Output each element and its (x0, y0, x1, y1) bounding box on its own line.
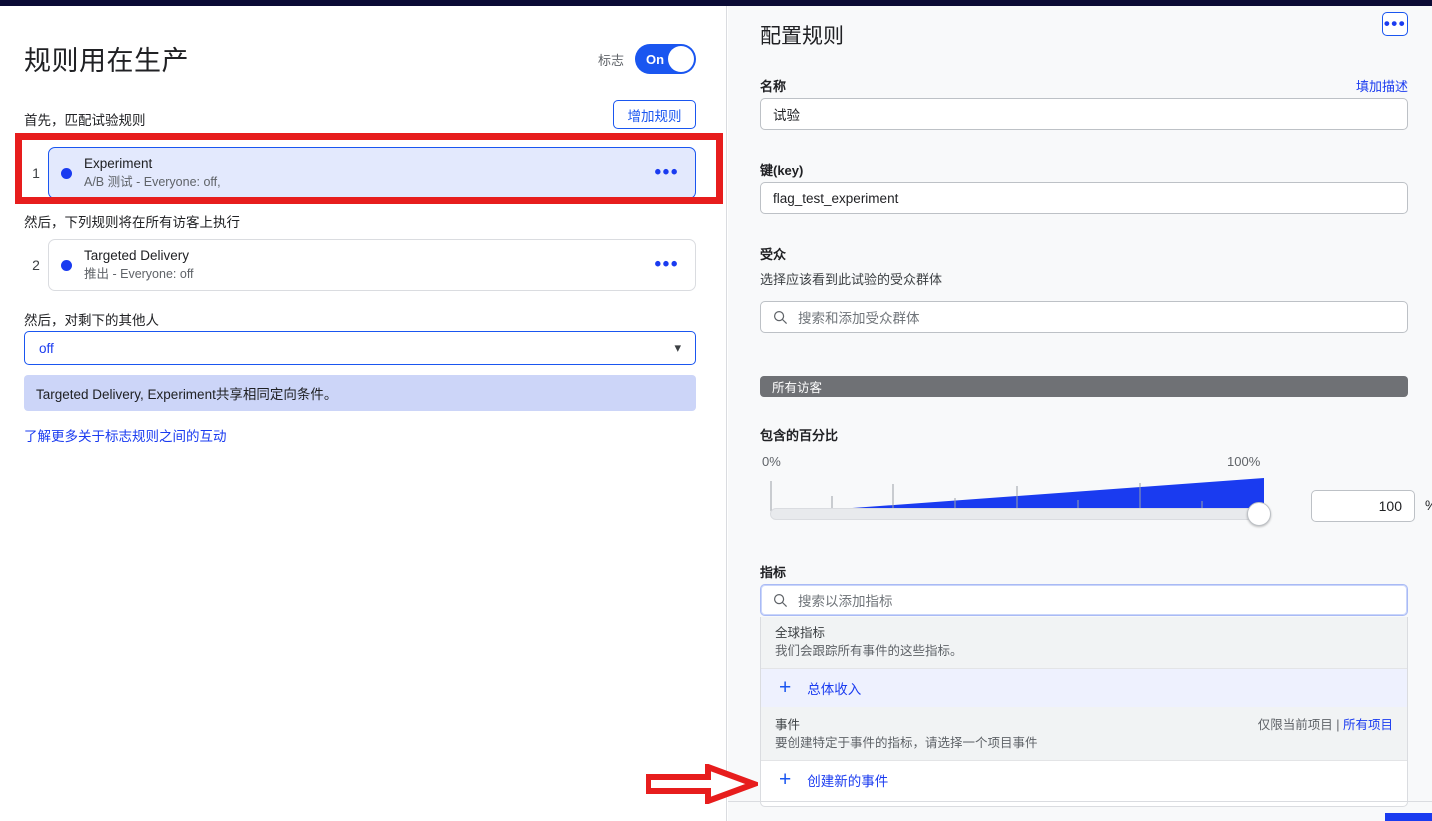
dropdown-group-events: 事件 仅限当前项目 | 所有项目 要创建特定于事件的指标，请选择一个项目事件 (761, 707, 1407, 761)
chevron-down-icon: ▾ (674, 340, 681, 355)
slider-min-label: 0% (762, 454, 781, 469)
dropdown-item-create-new-event[interactable]: + 创建新的事件 (761, 761, 1407, 799)
rule-text: Targeted Delivery 推出 - Everyone: off (84, 247, 655, 283)
slider-handle[interactable] (1247, 502, 1271, 526)
page-title: 规则用在生产 (24, 46, 189, 76)
rule-status-dot-icon (61, 259, 72, 271)
audience-label: 受众 (760, 247, 787, 262)
search-icon (773, 310, 788, 324)
flag-toggle[interactable]: On (635, 44, 696, 74)
slider-track[interactable] (770, 508, 1264, 520)
rule-title: Targeted Delivery (84, 248, 190, 263)
all-visitors-bar: 所有访客 (760, 376, 1408, 397)
name-field-label: 名称 (760, 79, 787, 94)
rule-card-targeted-delivery[interactable]: Targeted Delivery 推出 - Everyone: off ••• (48, 239, 696, 291)
name-input-value: 试验 (773, 108, 800, 123)
key-input[interactable]: flag_test_experiment (760, 182, 1408, 214)
default-variation-value: off (39, 340, 54, 356)
rule-number: 1 (32, 165, 40, 181)
events-subtitle: 要创建特定于事件的指标，请选择一个项目事件 (775, 736, 1038, 750)
bottom-primary-button[interactable] (1385, 813, 1432, 821)
scope-separator: | (1336, 718, 1340, 732)
name-input[interactable]: 试验 (760, 98, 1408, 130)
dropdown-item-label: 总体收入 (807, 682, 862, 697)
rule-number: 2 (32, 257, 40, 273)
slider-max-label: 100% (1227, 454, 1261, 469)
percentage-input[interactable]: 100 (1311, 490, 1415, 522)
scope-current-project[interactable]: 仅限当前项目 (1258, 718, 1333, 732)
percentage-unit: % (1425, 498, 1432, 513)
rule-card-experiment[interactable]: Experiment A/B 测试 - Everyone: off, ••• (48, 147, 696, 199)
section-label-then: 然后，下列规则将在所有访客上执行 (24, 215, 240, 230)
metric-dropdown: 全球指标 我们会跟踪所有事件的这些指标。 + 总体收入 事件 仅限当前项目 | … (760, 617, 1408, 807)
search-icon (773, 593, 788, 607)
global-metrics-title: 全球指标 (775, 626, 826, 640)
dropdown-item-label: 创建新的事件 (807, 774, 889, 789)
rule-overflow-menu-icon[interactable]: ••• (655, 163, 679, 182)
flag-toggle-state: On (646, 51, 665, 67)
events-title-row: 事件 仅限当前项目 | 所有项目 (775, 714, 1393, 734)
configure-rule-panel: 配置规则 ••• 名称 填加描述 试验 键(key) flag_test_exp… (728, 6, 1432, 821)
add-description-link[interactable]: 填加描述 (1356, 76, 1408, 95)
rule-text: Experiment A/B 测试 - Everyone: off, (84, 155, 655, 191)
flag-toggle-group: 标志 On (598, 44, 696, 74)
section-label-rest: 然后，对剩下的其他人 (24, 313, 159, 328)
rule-row[interactable]: 2 Targeted Delivery 推出 - Everyone: off •… (24, 239, 696, 291)
rules-panel: 规则用在生产 标志 On 首先，匹配试验规则 增加规则 1 Experiment… (0, 6, 727, 821)
flag-label: 标志 (597, 52, 624, 68)
add-rule-button[interactable]: 增加规则 (613, 100, 696, 129)
scope-all-projects[interactable]: 所有项目 (1343, 718, 1393, 732)
panel-overflow-menu-button[interactable]: ••• (1382, 12, 1408, 36)
app-root: 规则用在生产 标志 On 首先，匹配试验规则 增加规则 1 Experiment… (0, 0, 1432, 821)
percentage-value: 100 (1378, 498, 1402, 514)
rule-overflow-menu-icon[interactable]: ••• (655, 255, 679, 274)
metric-search-placeholder: 搜索以添加指标 (798, 594, 893, 609)
metric-search-input[interactable]: 搜索以添加指标 (760, 584, 1408, 616)
rule-subtitle: A/B 测试 - Everyone: off, (84, 175, 221, 189)
metric-label: 指标 (760, 565, 787, 580)
dropdown-item-total-revenue[interactable]: + 总体收入 (761, 669, 1407, 707)
rule-row[interactable]: 1 Experiment A/B 测试 - Everyone: off, ••• (24, 147, 696, 199)
plus-icon: + (779, 768, 792, 791)
audience-description: 选择应该看到此试验的受众群体 (760, 272, 943, 287)
toggle-knob (668, 46, 694, 72)
global-metrics-subtitle: 我们会跟踪所有事件的这些指标。 (775, 644, 963, 658)
rule-title: Experiment (84, 156, 153, 171)
key-field-label: 键(key) (760, 163, 804, 178)
panel-title: 配置规则 (760, 25, 844, 48)
shared-targeting-info-banner: Targeted Delivery, Experiment共享相同定向条件。 (24, 375, 696, 411)
percentage-label: 包含的百分比 (760, 428, 839, 443)
audience-search-input[interactable]: 搜索和添加受众群体 (760, 301, 1408, 333)
panel-bottom-divider (728, 801, 1432, 802)
section-label-first: 首先，匹配试验规则 (24, 113, 146, 128)
learn-more-link[interactable]: 了解更多关于标志规则之间的互动 (24, 425, 227, 445)
dropdown-group-global: 全球指标 我们会跟踪所有事件的这些指标。 (761, 617, 1407, 669)
overflow-menu-icon: ••• (1383, 14, 1407, 33)
percentage-slider-area: 0% 100% 100 (760, 454, 1432, 534)
key-input-value: flag_test_experiment (773, 190, 899, 206)
rule-subtitle: 推出 - Everyone: off (84, 267, 194, 281)
rule-status-dot-icon (61, 167, 72, 179)
plus-icon: + (779, 676, 792, 699)
default-variation-select[interactable]: off ▾ (24, 331, 696, 365)
events-title: 事件 (775, 718, 801, 732)
audience-search-placeholder: 搜索和添加受众群体 (798, 311, 920, 326)
events-scope-switch: 仅限当前项目 | 所有项目 (1258, 714, 1393, 733)
